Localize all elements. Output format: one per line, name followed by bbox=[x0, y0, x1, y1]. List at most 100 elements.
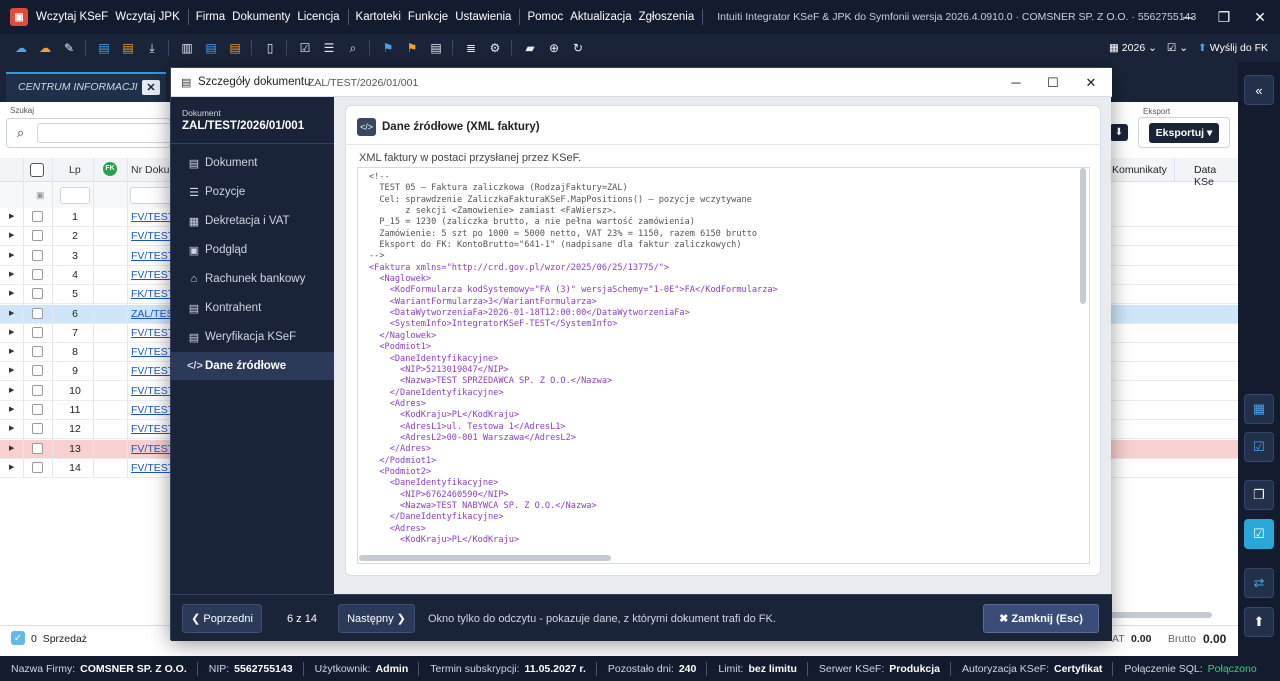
row-document-link[interactable]: FV/TEST bbox=[131, 230, 174, 242]
calendar-icon[interactable]: ▦ bbox=[1244, 394, 1274, 424]
book-icon[interactable]: ▰ bbox=[519, 38, 541, 58]
cloud-upload-icon[interactable]: ☁ bbox=[10, 38, 32, 58]
table-row[interactable]: ▶ 14 FV/TEST bbox=[0, 458, 174, 478]
minimize-icon[interactable]: ─ bbox=[1170, 0, 1206, 34]
select-all-checkbox[interactable] bbox=[30, 163, 44, 177]
nav-dokument[interactable]: ▤ Dokument bbox=[171, 149, 334, 177]
row-checkbox[interactable] bbox=[32, 211, 43, 222]
expand-row-icon[interactable]: ▶ bbox=[9, 289, 14, 297]
gear-icon[interactable]: ⚙ bbox=[484, 38, 506, 58]
report-blue-icon[interactable]: ▤ bbox=[200, 38, 222, 58]
table-row[interactable]: ▶ 3 FV/TEST bbox=[0, 246, 174, 266]
bookmark-orange-icon[interactable]: ⚑ bbox=[401, 38, 423, 58]
row-document-link[interactable]: FV/TEST bbox=[131, 443, 174, 455]
report-orange-icon[interactable]: ▤ bbox=[224, 38, 246, 58]
cloud-download-icon[interactable]: ☁ bbox=[34, 38, 56, 58]
row-checkbox[interactable] bbox=[32, 461, 43, 473]
table-row[interactable]: ▶ 6 ZAL/TEST bbox=[0, 304, 180, 324]
calendar-check-icon[interactable]: ☑ ⌄ bbox=[1167, 42, 1188, 54]
row-checkbox[interactable] bbox=[32, 326, 43, 338]
menu-dokumenty[interactable]: Dokumenty bbox=[232, 11, 290, 23]
menu-licencja[interactable]: Licencja bbox=[297, 11, 339, 23]
expand-row-icon[interactable]: ▶ bbox=[9, 444, 14, 452]
year-selector[interactable]: ▦ 2026 ⌄ bbox=[1109, 42, 1157, 54]
column-nr-dokumentu[interactable]: Nr Doku bbox=[131, 164, 170, 176]
table-row[interactable]: ▶ 12 FV/TEST bbox=[0, 420, 174, 440]
file-text-icon[interactable]: ▤ bbox=[425, 38, 447, 58]
column-data-ksef[interactable]: Data KSe bbox=[1194, 164, 1238, 188]
export-button[interactable]: Eksportuj ▾ bbox=[1149, 123, 1219, 143]
row-document-link[interactable]: FV/TEST bbox=[131, 250, 174, 262]
expand-row-icon[interactable]: ▶ bbox=[9, 347, 14, 355]
nav-rachunek[interactable]: ⌂ Rachunek bankowy bbox=[171, 265, 334, 293]
close-icon[interactable]: ✕ bbox=[1242, 0, 1278, 34]
table-row-right[interactable] bbox=[1108, 208, 1238, 227]
xml-viewer[interactable]: <!-- TEST 05 — Faktura zaliczkowa (Rodza… bbox=[357, 167, 1090, 564]
nav-dekretacja[interactable]: ▦ Dekretacja i VAT bbox=[171, 207, 334, 235]
column-lp[interactable]: Lp bbox=[69, 164, 81, 176]
search-input[interactable] bbox=[37, 123, 174, 143]
row-document-link[interactable]: FV/TEST bbox=[131, 365, 174, 377]
row-checkbox[interactable] bbox=[32, 268, 43, 280]
column-komunikaty[interactable]: Komunikaty bbox=[1112, 164, 1167, 176]
calendar-check-icon[interactable]: ☑ bbox=[1244, 432, 1274, 462]
menu-ustawienia[interactable]: Ustawienia bbox=[455, 11, 511, 23]
table-row[interactable]: ▶ 1 FV/TEST bbox=[0, 208, 174, 227]
bookmark-blue-icon[interactable]: ⚑ bbox=[377, 38, 399, 58]
expand-row-icon[interactable]: ▶ bbox=[9, 270, 14, 278]
collapse-left-icon[interactable]: « bbox=[1244, 75, 1274, 105]
expand-row-icon[interactable]: ▶ bbox=[9, 405, 14, 413]
menu-zgloszenia[interactable]: Zgłoszenia bbox=[639, 11, 695, 23]
globe-icon[interactable]: ⊕ bbox=[543, 38, 565, 58]
table-row-right[interactable] bbox=[1108, 285, 1238, 305]
table-row-right[interactable] bbox=[1108, 304, 1238, 324]
row-document-link[interactable]: FV/TEST bbox=[131, 385, 174, 397]
row-document-link[interactable]: FV/TEST bbox=[131, 211, 174, 223]
upload-icon[interactable]: ⬆ bbox=[1244, 607, 1274, 637]
column-fk[interactable]: FK bbox=[103, 162, 117, 176]
table-row-right[interactable] bbox=[1108, 362, 1238, 382]
row-checkbox[interactable] bbox=[32, 288, 43, 300]
modal-minimize-icon[interactable]: ─ bbox=[998, 68, 1034, 97]
table-row[interactable]: ▶ 11 FV/TEST bbox=[0, 401, 174, 420]
row-checkbox[interactable] bbox=[32, 307, 43, 319]
check-square-icon[interactable]: ☑ bbox=[294, 38, 316, 58]
table-row-right[interactable] bbox=[1108, 401, 1238, 420]
table-row-right[interactable] bbox=[1108, 439, 1238, 459]
search-icon[interactable]: ⌕ bbox=[342, 38, 364, 58]
filter-lp[interactable] bbox=[60, 187, 90, 204]
copy-icon[interactable]: ❐ bbox=[1244, 480, 1274, 510]
table-row-right[interactable] bbox=[1108, 381, 1238, 401]
row-document-link[interactable]: FV/TEST bbox=[131, 462, 174, 474]
expand-row-icon[interactable]: ▶ bbox=[9, 328, 14, 336]
table-row[interactable]: ▶ 5 FK/TEST bbox=[0, 285, 174, 305]
table-row[interactable]: ▶ 10 FV/TEST bbox=[0, 381, 174, 401]
table-row[interactable]: ▶ 2 FV/TEST bbox=[0, 227, 174, 247]
table-row-right[interactable] bbox=[1108, 246, 1238, 266]
row-checkbox[interactable] bbox=[32, 346, 43, 358]
table-row[interactable]: ▶ 8 FV/TEST bbox=[0, 343, 174, 363]
menu-aktualizacja[interactable]: Aktualizacja bbox=[570, 11, 631, 23]
list-check-icon[interactable]: ☰ bbox=[318, 38, 340, 58]
chart-icon[interactable]: ▥ bbox=[176, 38, 198, 58]
next-button[interactable]: Następny ❯ bbox=[338, 604, 415, 633]
modal-close-icon[interactable]: ✕ bbox=[1073, 68, 1109, 97]
table-row[interactable]: ▶ 7 FV/TEST bbox=[0, 323, 174, 343]
row-document-link[interactable]: FK/TEST bbox=[131, 288, 174, 300]
expand-row-icon[interactable]: ▶ bbox=[9, 424, 14, 432]
menu-firma[interactable]: Firma bbox=[196, 11, 225, 23]
list-icon[interactable]: ≣ bbox=[460, 38, 482, 58]
menu-wczytaj-ksef[interactable]: Wczytaj KSeF bbox=[36, 11, 108, 23]
row-document-link[interactable]: FV/TEST bbox=[131, 269, 174, 281]
nav-kontrahent[interactable]: ▤ Kontrahent bbox=[171, 294, 334, 322]
summary-checkbox[interactable]: ✓ bbox=[11, 631, 25, 645]
expand-row-icon[interactable]: ▶ bbox=[9, 212, 14, 220]
expand-row-icon[interactable]: ▶ bbox=[9, 386, 14, 394]
download-menu-icon[interactable]: ⤓ bbox=[141, 38, 163, 58]
modal-maximize-icon[interactable]: ☐ bbox=[1035, 68, 1071, 97]
expand-row-icon[interactable]: ▶ bbox=[9, 366, 14, 374]
table-row[interactable]: ▶ 13 FV/TEST bbox=[0, 439, 174, 459]
prev-button[interactable]: ❮ Poprzedni bbox=[182, 604, 262, 633]
row-checkbox[interactable] bbox=[32, 230, 43, 242]
table-row[interactable]: ▶ 4 FV/TEST bbox=[0, 265, 174, 285]
